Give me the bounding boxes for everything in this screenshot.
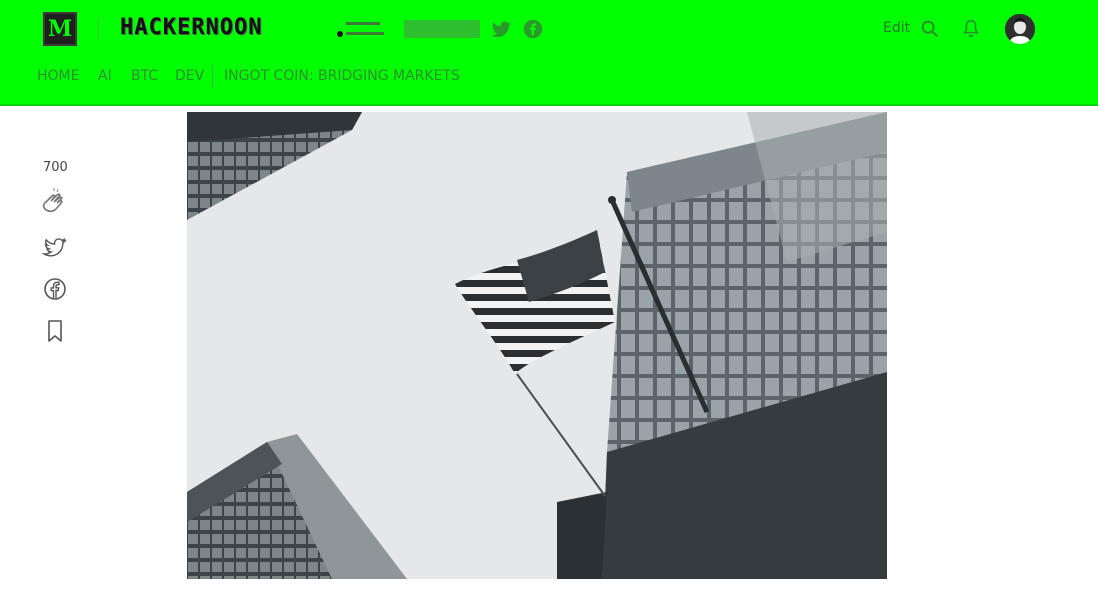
edit-link[interactable]: Edit (883, 20, 910, 36)
clap-count: 700 (43, 160, 68, 175)
twitter-icon[interactable] (490, 18, 512, 40)
sponsor-dot (337, 31, 343, 37)
nav-item-ai[interactable]: AI (98, 68, 112, 84)
sponsor-badge[interactable] (337, 22, 387, 38)
user-avatar[interactable] (1005, 14, 1035, 44)
bell-icon[interactable] (960, 18, 982, 40)
facebook-icon[interactable] (522, 18, 544, 40)
promo-button[interactable] (404, 20, 480, 38)
facebook-icon[interactable] (40, 274, 72, 304)
search-icon[interactable] (919, 18, 941, 40)
bookmark-icon[interactable] (40, 316, 72, 346)
clap-icon[interactable] (40, 186, 72, 216)
medium-logo[interactable]: M (43, 12, 77, 46)
nav-item-dev[interactable]: DEV (175, 68, 204, 84)
hackernoon-logo[interactable]: HACKERNOON (120, 15, 262, 40)
top-header: M HACKERNOON Edit HOME AI BTC DEV INGOT … (0, 0, 1098, 106)
sponsor-line (346, 22, 380, 25)
nav-item-btc[interactable]: BTC (131, 68, 158, 84)
nav-item-story[interactable]: INGOT COIN: BRIDGING MARKETS (224, 68, 460, 84)
header-divider (98, 18, 99, 40)
nav-item-home[interactable]: HOME (37, 68, 79, 84)
twitter-icon[interactable] (40, 232, 72, 262)
hero-image (187, 112, 887, 579)
sponsor-line (346, 32, 384, 35)
nav-divider (212, 66, 213, 88)
